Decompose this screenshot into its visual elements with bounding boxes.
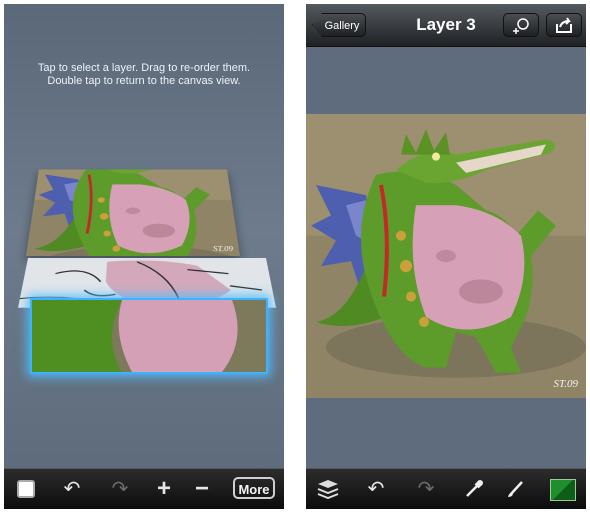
- add-icon[interactable]: +: [152, 477, 176, 501]
- color-base-artwork: [32, 300, 266, 372]
- gallery-button[interactable]: Gallery: [312, 13, 366, 37]
- redo-icon[interactable]: ↷: [108, 478, 132, 500]
- add-layer-icon[interactable]: [503, 13, 539, 37]
- brush-icon[interactable]: [504, 478, 528, 500]
- dragon-artwork: [306, 114, 586, 398]
- layers-icon[interactable]: [316, 478, 340, 500]
- top-navbar: Gallery Layer 3: [306, 4, 586, 47]
- eyedropper-icon[interactable]: [462, 478, 486, 500]
- more-button[interactable]: More: [233, 477, 275, 499]
- layer-instructions: Tap to select a layer. Drag to re-order …: [4, 62, 284, 88]
- signature: ST.09: [212, 244, 234, 253]
- layers-screen: Tap to select a layer. Drag to re-order …: [4, 4, 284, 509]
- square-icon[interactable]: [14, 478, 38, 500]
- signature: ST.09: [553, 378, 578, 390]
- bottom-toolbar: ↶ ↷: [306, 468, 586, 509]
- share-icon[interactable]: [546, 13, 582, 37]
- bottom-toolbar: ↶ ↷ + − More: [4, 468, 284, 509]
- layer-thumbnail-1[interactable]: ST.09: [26, 169, 240, 256]
- hint-line-2: Double tap to return to the canvas view.: [47, 75, 241, 87]
- undo-icon[interactable]: ↶: [364, 478, 388, 500]
- redo-icon[interactable]: ↷: [414, 478, 438, 500]
- remove-icon[interactable]: −: [190, 477, 214, 501]
- dragon-artwork: [26, 169, 240, 256]
- drawing-canvas[interactable]: ST.09: [306, 114, 586, 398]
- layer-thumbnail-3-selected[interactable]: [30, 298, 268, 374]
- hint-line-1: Tap to select a layer. Drag to re-order …: [37, 62, 251, 74]
- color-swatch[interactable]: [550, 479, 576, 501]
- canvas-screen: Gallery Layer 3 ST.09 ↶ ↷: [306, 4, 586, 509]
- undo-icon[interactable]: ↶: [60, 478, 84, 500]
